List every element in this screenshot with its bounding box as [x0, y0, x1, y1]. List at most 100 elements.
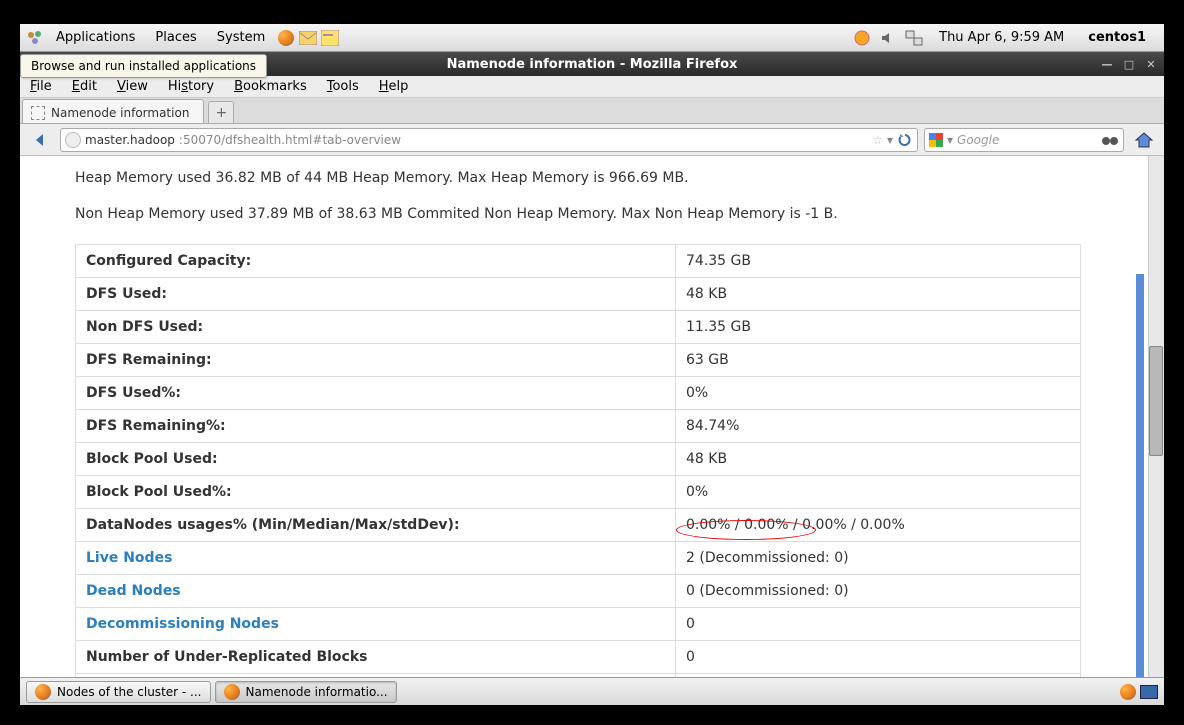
table-row: DFS Used%:0%: [76, 377, 1081, 410]
value-cell: 48 KB: [676, 443, 1081, 476]
mail-launcher-icon[interactable]: [299, 29, 317, 47]
value-cell: 2 (Decommissioned: 0): [676, 542, 1081, 575]
label-cell: Number of Blocks Pending Deletion: [76, 674, 676, 678]
page-content: Heap Memory used 36.82 MB of 44 MB Heap …: [20, 156, 1136, 677]
menu-help[interactable]: Help: [369, 76, 419, 97]
value-cell: 0: [676, 641, 1081, 674]
menu-tools[interactable]: Tools: [317, 76, 369, 97]
value-cell: 0: [676, 608, 1081, 641]
link-cell[interactable]: Dead Nodes: [76, 575, 676, 608]
tab-title: Namenode information: [51, 106, 189, 120]
bottom-panel: Nodes of the cluster - ... Namenode info…: [20, 677, 1164, 705]
value-cell: 74.35 GB: [676, 245, 1081, 278]
bookmark-star-icon[interactable]: ☆: [872, 133, 883, 147]
applications-tooltip: Browse and run installed applications: [20, 54, 267, 78]
label-cell: Number of Under-Replicated Blocks: [76, 641, 676, 674]
highlight-bar: [1136, 274, 1144, 677]
distro-icon: [26, 29, 44, 47]
back-button[interactable]: [26, 127, 54, 153]
value-cell: 11.35 GB: [676, 311, 1081, 344]
link-cell[interactable]: Live Nodes: [76, 542, 676, 575]
table-row: DFS Used:48 KB: [76, 278, 1081, 311]
menu-view[interactable]: View: [107, 76, 158, 97]
top-panel: Applications Places System Thu Apr 6, 9:…: [20, 24, 1164, 52]
firefox-icon: [35, 684, 51, 700]
label-cell: DFS Used%:: [76, 377, 676, 410]
google-icon: [929, 133, 943, 147]
menu-places[interactable]: Places: [147, 28, 204, 47]
table-row: Number of Blocks Pending Deletion0: [76, 674, 1081, 678]
menu-history[interactable]: History: [158, 76, 224, 97]
task-nodes[interactable]: Nodes of the cluster - ...: [26, 681, 211, 703]
menu-bookmarks[interactable]: Bookmarks: [224, 76, 317, 97]
table-row: Block Pool Used:48 KB: [76, 443, 1081, 476]
menu-applications[interactable]: Applications: [48, 28, 143, 47]
label-cell: DFS Remaining%:: [76, 410, 676, 443]
value-cell: 0 (Decommissioned: 0): [676, 575, 1081, 608]
value-cell: 0.00% / 0.00% / 0.00% / 0.00%: [676, 509, 1081, 542]
task-label: Namenode informatio...: [246, 685, 388, 699]
table-row: Dead Nodes0 (Decommissioned: 0): [76, 575, 1081, 608]
menu-edit[interactable]: Edit: [62, 76, 107, 97]
firefox-launcher-icon[interactable]: [277, 29, 295, 47]
task-namenode[interactable]: Namenode informatio...: [215, 681, 397, 703]
menu-system[interactable]: System: [209, 28, 273, 47]
table-row: DFS Remaining:63 GB: [76, 344, 1081, 377]
site-identity-icon[interactable]: [65, 132, 81, 148]
value-cell: 0%: [676, 476, 1081, 509]
reload-icon[interactable]: [897, 132, 913, 148]
menu-file[interactable]: File: [20, 76, 62, 97]
workspace-switcher[interactable]: [1140, 685, 1158, 699]
table-row: DataNodes usages% (Min/Median/Max/stdDev…: [76, 509, 1081, 542]
network-icon[interactable]: [905, 29, 923, 47]
nonheap-memory-text: Non Heap Memory used 37.89 MB of 38.63 M…: [20, 202, 1136, 226]
value-cell: 0%: [676, 377, 1081, 410]
scrollbar-track[interactable]: [1148, 156, 1164, 677]
tab-namenode[interactable]: Namenode information: [22, 99, 204, 123]
firefox-tray-icon[interactable]: [1120, 684, 1136, 700]
firefox-icon: [224, 684, 240, 700]
label-cell: DataNodes usages% (Min/Median/Max/stdDev…: [76, 509, 676, 542]
volume-icon[interactable]: [879, 29, 897, 47]
scrollbar-thumb[interactable]: [1149, 346, 1163, 456]
label-cell: Configured Capacity:: [76, 245, 676, 278]
label-cell: Non DFS Used:: [76, 311, 676, 344]
url-host: master.hadoop: [85, 133, 175, 147]
search-bar[interactable]: ▾ Google: [924, 128, 1124, 152]
tab-favicon: [31, 106, 45, 120]
update-icon[interactable]: [853, 29, 871, 47]
label-cell: DFS Used:: [76, 278, 676, 311]
clock[interactable]: Thu Apr 6, 9:59 AM: [931, 28, 1072, 47]
table-row: Block Pool Used%:0%: [76, 476, 1081, 509]
url-path: :50070/dfshealth.html#tab-overview: [179, 133, 401, 147]
table-row: DFS Remaining%:84.74%: [76, 410, 1081, 443]
binoculars-icon[interactable]: [1101, 133, 1119, 147]
label-cell: Block Pool Used:: [76, 443, 676, 476]
task-label: Nodes of the cluster - ...: [57, 685, 202, 699]
user-menu[interactable]: centos1: [1080, 28, 1154, 47]
table-row: Live Nodes2 (Decommissioned: 0): [76, 542, 1081, 575]
label-cell: DFS Remaining:: [76, 344, 676, 377]
dfs-summary-table: Configured Capacity:74.35 GBDFS Used:48 …: [75, 244, 1081, 677]
search-placeholder: Google: [957, 133, 999, 147]
home-button[interactable]: [1130, 127, 1158, 153]
url-bar[interactable]: master.hadoop :50070/dfshealth.html#tab-o…: [60, 128, 918, 152]
notes-launcher-icon[interactable]: [321, 29, 339, 47]
table-row: Configured Capacity:74.35 GB: [76, 245, 1081, 278]
link-cell[interactable]: Decommissioning Nodes: [76, 608, 676, 641]
value-cell: 63 GB: [676, 344, 1081, 377]
nav-toolbar: master.hadoop :50070/dfshealth.html#tab-o…: [20, 124, 1164, 156]
tab-bar: Namenode information +: [20, 98, 1164, 124]
window-title: Namenode information - Mozilla Firefox: [447, 57, 738, 72]
value-cell: 84.74%: [676, 410, 1081, 443]
value-cell: 0: [676, 674, 1081, 678]
close-button[interactable]: ✕: [1144, 57, 1158, 71]
table-row: Non DFS Used:11.35 GB: [76, 311, 1081, 344]
maximize-button[interactable]: □: [1122, 57, 1136, 71]
table-row: Number of Under-Replicated Blocks0: [76, 641, 1081, 674]
label-cell: Block Pool Used%:: [76, 476, 676, 509]
new-tab-button[interactable]: +: [208, 101, 234, 123]
minimize-button[interactable]: —: [1100, 57, 1114, 71]
heap-memory-text: Heap Memory used 36.82 MB of 44 MB Heap …: [20, 166, 1136, 190]
value-cell: 48 KB: [676, 278, 1081, 311]
